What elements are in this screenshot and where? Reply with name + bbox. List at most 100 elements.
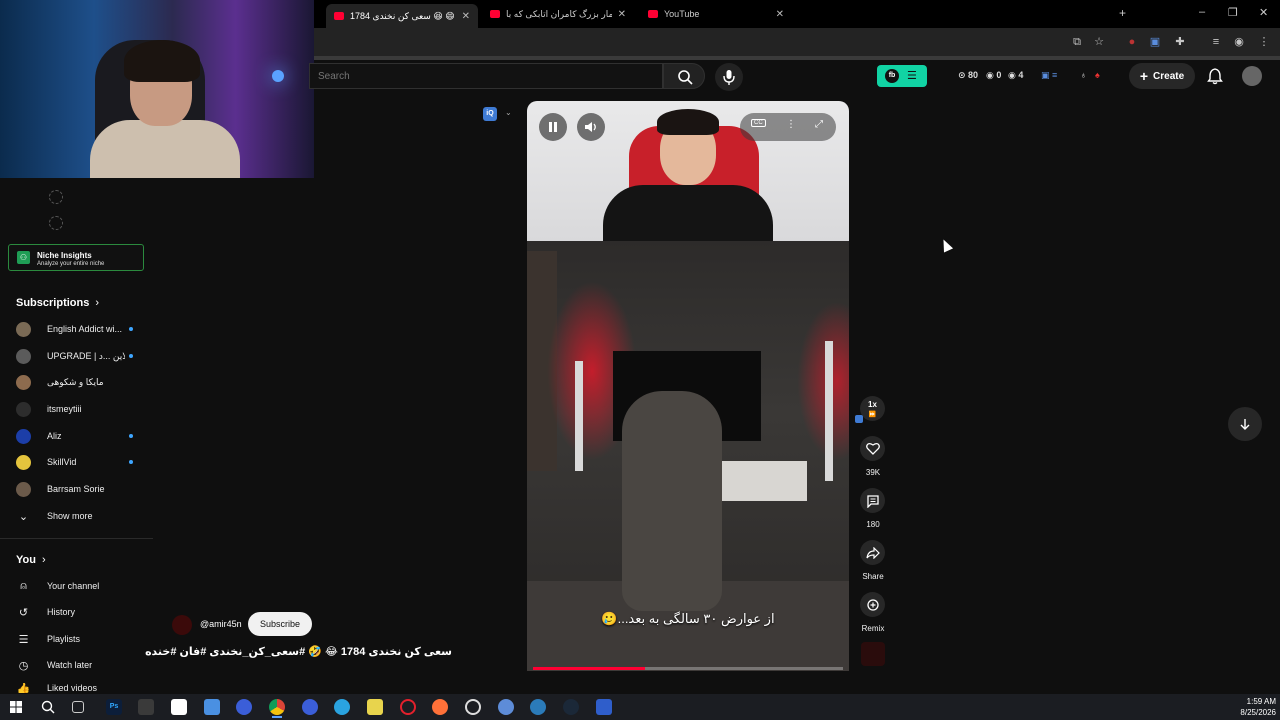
notifications-button[interactable] (1206, 67, 1224, 85)
opera-icon[interactable] (400, 699, 416, 715)
chrome-icon[interactable] (269, 699, 285, 715)
award-icon[interactable]: ♁ (1080, 70, 1087, 80)
extensions-puzzle-icon[interactable]: ✚ (1173, 35, 1187, 49)
app-icon[interactable] (498, 699, 514, 715)
short-title[interactable]: سعی کن نخندی 1784 😂 🤣 #سعی_کن_نخندی #فان… (145, 645, 452, 658)
playback-speed-button[interactable]: 1x ⏩ (860, 396, 885, 421)
search-input[interactable] (318, 69, 638, 83)
you-header[interactable]: You › (16, 554, 46, 566)
chart-app-icon[interactable] (596, 699, 612, 715)
alert-bell-red-icon[interactable]: ♠ (1095, 70, 1100, 80)
close-tab-icon[interactable]: ✕ (462, 11, 470, 22)
sidebar-item-history[interactable]: ↺ History (16, 603, 75, 621)
create-button[interactable]: + Create (1129, 63, 1195, 89)
extension-icon[interactable]: ● (1125, 35, 1139, 49)
browser-tabstrip: سعی کن نخندی 1784 😆 😄 ✕ قمار بزرگ کامران… (314, 0, 1280, 28)
comments-button[interactable] (860, 488, 885, 513)
voice-search-button[interactable] (715, 63, 743, 91)
heart-icon (865, 442, 880, 455)
app-icon[interactable] (138, 699, 154, 715)
show-more-button[interactable]: ⌄ Show more (16, 507, 93, 525)
steam-icon[interactable] (563, 699, 579, 715)
sidebar-item-subscription[interactable]: Barrsam Sorie (16, 480, 136, 498)
sidebar-item-subscription[interactable]: English Addict wi... (16, 320, 136, 338)
sidebar-item-your-channel[interactable]: ⍝ Your channel (16, 577, 99, 595)
close-window-button[interactable]: ✕ (1259, 6, 1268, 19)
new-content-dot (129, 434, 133, 438)
fullscreen-icon[interactable]: ⤢ (815, 119, 823, 130)
telegram-icon[interactable] (334, 699, 350, 715)
sidebar-item-subscription[interactable]: مایکا و شکوهی (16, 373, 136, 391)
tab-short-video[interactable]: سعی کن نخندی 1784 😆 😄 ✕ (326, 4, 478, 28)
browser-toolbar: ⧉ ☆ ● ▣ ✚ ≡ ◉ ⋮ (314, 28, 1280, 56)
pause-button[interactable] (539, 113, 567, 141)
like-button[interactable] (860, 436, 885, 461)
account-avatar[interactable] (1242, 66, 1262, 86)
video-progress-bar[interactable] (533, 667, 843, 670)
restore-button[interactable]: ❐ (1228, 6, 1238, 19)
translate-icon[interactable]: ▣ (1148, 35, 1162, 49)
chrome-menu-icon[interactable]: ⋮ (1257, 35, 1271, 49)
minimize-button[interactable]: – (1199, 6, 1205, 18)
windows-start-icon[interactable] (8, 699, 24, 715)
remix-button[interactable] (860, 592, 885, 617)
subscriptions-header[interactable]: Subscriptions › (16, 297, 99, 309)
create-label: Create (1153, 70, 1185, 82)
sidebar-item-watch-later[interactable]: ◷ Watch later (16, 656, 93, 674)
next-short-button[interactable] (1228, 407, 1262, 441)
close-tab-icon[interactable]: ✕ (776, 9, 784, 20)
task-view-icon[interactable] (72, 701, 84, 713)
profile-icon[interactable]: ◉ (1232, 35, 1246, 49)
captions-icon[interactable]: CC (751, 119, 766, 127)
notes-icon[interactable] (367, 699, 383, 715)
tab-kamran[interactable]: قمار بزرگ کامران اتابکی که با... ✕ (482, 4, 634, 24)
sidebar-item-subscription[interactable]: itsmeytiii (16, 400, 136, 418)
sidebar-item-subscription[interactable]: SkillVid (16, 453, 136, 471)
new-tab-button[interactable]: + (1119, 6, 1126, 20)
app-icon[interactable] (302, 699, 318, 715)
share-button[interactable] (860, 540, 885, 565)
short-video-player[interactable]: CC ⋮ ⤢ از عوارض ۳۰ سالگی به بعد...🥲 (527, 101, 849, 671)
app-icon[interactable] (204, 699, 220, 715)
more-options-icon[interactable]: ⋮ (786, 119, 796, 130)
search-icon[interactable] (40, 699, 56, 715)
sidebar-item-subscription[interactable]: Aliz (16, 427, 136, 445)
capcut-icon[interactable] (171, 699, 187, 715)
comment-icon (866, 494, 879, 508)
install-app-icon[interactable]: ⧉ (1070, 35, 1084, 49)
volume-button[interactable] (577, 113, 605, 141)
bookmark-star-icon[interactable]: ☆ (1092, 35, 1106, 49)
comment-count: 180 (866, 520, 880, 529)
channel-thumbnail[interactable] (861, 642, 885, 666)
github-icon[interactable] (465, 699, 481, 715)
subscribe-button[interactable]: Subscribe (248, 612, 312, 636)
channel-avatar[interactable] (172, 615, 192, 635)
app-icon[interactable] (236, 699, 252, 715)
niche-insights-button[interactable]: ⚇ Niche Insights Analyze your entire nic… (8, 244, 144, 271)
close-tab-icon[interactable]: ✕ (618, 9, 626, 20)
system-clock[interactable]: 1:59 AM 8/25/2026 (1230, 696, 1276, 718)
firefox-icon[interactable] (432, 699, 448, 715)
app-icon[interactable] (530, 699, 546, 715)
extension-tools-icon[interactable]: ▣ ≡ (1041, 70, 1057, 81)
media-control-icon[interactable]: ≡ (1209, 35, 1223, 49)
search-box[interactable] (309, 63, 663, 89)
active-app-indicator (272, 716, 282, 718)
volume-icon (585, 122, 596, 132)
photoshop-icon[interactable]: Ps (106, 699, 122, 715)
channel-avatar (16, 401, 31, 417)
vidiq-mini-icon[interactable] (855, 415, 863, 423)
stat-views: ⊙ 80 (958, 70, 979, 80)
chevron-down-icon[interactable]: ⌄ (505, 108, 512, 117)
creator-hair (657, 109, 719, 135)
sidebar-item-subscription[interactable]: UPGRADE | آنلاین ...د (16, 347, 136, 365)
speaker-right (825, 341, 833, 481)
sidebar-item-playlists[interactable]: ☰ Playlists (16, 630, 80, 648)
channel-handle[interactable]: @amir45n (200, 619, 242, 629)
sidebar-item-liked-videos[interactable]: 👍 Liked videos (16, 683, 97, 693)
search-button[interactable] (663, 63, 705, 89)
vidiq-badge-icon[interactable]: iQ (483, 107, 497, 121)
channel-info: @amir45n Subscribe (172, 612, 502, 636)
vidiq-extension-button[interactable]: fb ☰ (877, 65, 927, 87)
tab-youtube[interactable]: YouTube ✕ (640, 4, 792, 24)
